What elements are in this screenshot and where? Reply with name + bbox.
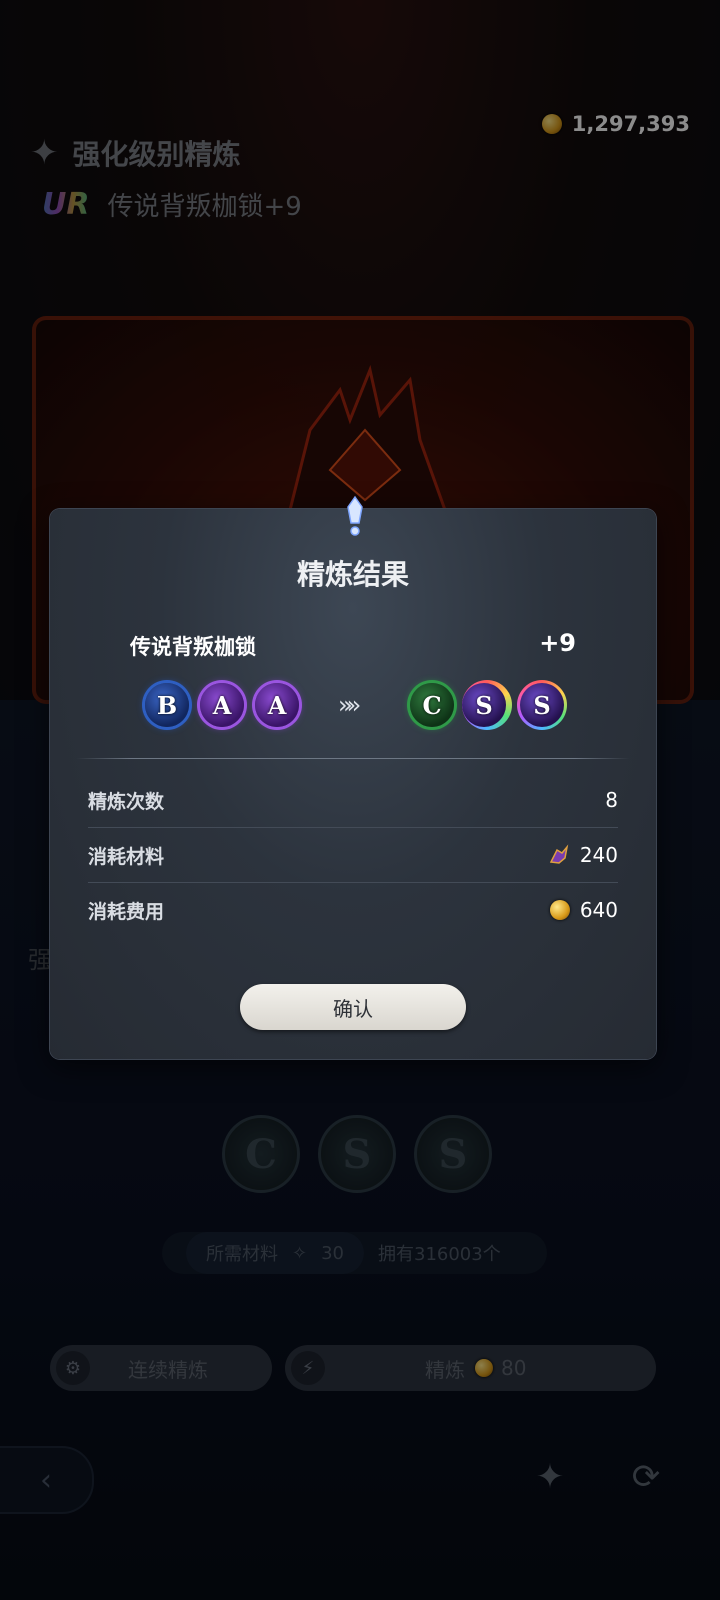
stat-row-material-cost: 消耗材料 240 (88, 828, 618, 883)
before-grade-3: A (255, 683, 299, 727)
stat-label: 消耗费用 (88, 900, 165, 923)
dialog-title: 精炼结果 (296, 558, 409, 591)
refine-count-value: 8 (605, 788, 618, 812)
material-cost-value: 240 (579, 843, 618, 867)
after-grade-2: S (462, 683, 506, 727)
divider (76, 758, 630, 759)
before-grade-2: A (200, 683, 244, 727)
confirm-button[interactable]: 确认 (240, 984, 466, 1030)
before-grade-1: B (145, 683, 189, 727)
stat-value: 240 (548, 843, 618, 867)
stat-label: 精炼次数 (88, 790, 165, 813)
item-level: +9 (539, 629, 576, 657)
gold-cost-value: 640 (579, 898, 618, 922)
gold-coin-icon (549, 900, 570, 920)
stat-value: 8 (605, 788, 618, 812)
material-icon (549, 844, 569, 864)
stat-row-gold-cost: 消耗费用 640 (88, 883, 618, 937)
after-grade-3: S (520, 683, 564, 727)
stat-value: 640 (549, 898, 618, 922)
stat-row-refine-count: 精炼次数 8 (88, 773, 618, 828)
triple-chevron-right-icon: »» (338, 691, 362, 719)
refine-result-dialog: 精炼结果 传说背叛枷锁 +9 B A A »» C S S 精炼次数 8 消耗材… (50, 495, 656, 1059)
after-grade-1: C (410, 683, 454, 727)
item-name: 传说背叛枷锁 (130, 635, 256, 659)
stat-label: 消耗材料 (88, 845, 165, 868)
exclamation-emblem-icon (347, 495, 363, 536)
